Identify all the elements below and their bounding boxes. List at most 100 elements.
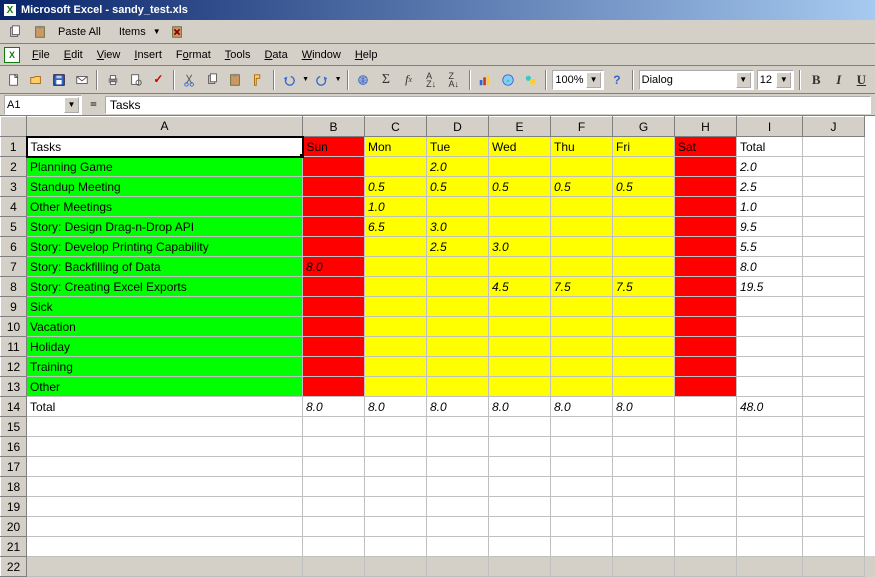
cell-J7[interactable]	[803, 257, 865, 277]
cell-G10[interactable]	[613, 317, 675, 337]
cell-G1[interactable]: Fri	[613, 137, 675, 157]
items-dropdown-icon[interactable]: ▼	[151, 27, 163, 36]
cell-I13[interactable]	[737, 377, 803, 397]
cell-E6[interactable]: 3.0	[489, 237, 551, 257]
underline-button[interactable]: U	[852, 69, 872, 91]
paste-icon[interactable]	[29, 21, 51, 43]
cell-E10[interactable]	[489, 317, 551, 337]
cell-G18[interactable]	[613, 477, 675, 497]
cell-F16[interactable]	[551, 437, 613, 457]
bold-button[interactable]: B	[806, 69, 826, 91]
cell-J8[interactable]	[803, 277, 865, 297]
cell-A21[interactable]	[27, 537, 303, 557]
sort-desc-icon[interactable]: ZA↓	[444, 69, 464, 91]
email-icon[interactable]	[72, 69, 92, 91]
new-doc-icon[interactable]	[4, 69, 24, 91]
cell-D11[interactable]	[427, 337, 489, 357]
cell-F8[interactable]: 7.5	[551, 277, 613, 297]
cell-D5[interactable]: 3.0	[427, 217, 489, 237]
cell-G14[interactable]: 8.0	[613, 397, 675, 417]
cell-J15[interactable]	[803, 417, 865, 437]
cell-I3[interactable]: 2.5	[737, 177, 803, 197]
row-header-7[interactable]: 7	[1, 257, 27, 277]
cell-G5[interactable]	[613, 217, 675, 237]
cell-I10[interactable]	[737, 317, 803, 337]
cell-J18[interactable]	[803, 477, 865, 497]
paste-all-button[interactable]: Paste All	[54, 24, 105, 40]
cell-H18[interactable]	[675, 477, 737, 497]
row-header-21[interactable]: 21	[1, 537, 27, 557]
cell-A14[interactable]: Total	[27, 397, 303, 417]
paste-icon[interactable]	[225, 69, 245, 91]
cell-H3[interactable]	[675, 177, 737, 197]
cell-J19[interactable]	[803, 497, 865, 517]
cell-E22[interactable]	[489, 557, 551, 577]
cell-C5[interactable]: 6.5	[365, 217, 427, 237]
row-header-3[interactable]: 3	[1, 177, 27, 197]
column-header-I[interactable]: I	[737, 117, 803, 137]
cell-E13[interactable]	[489, 377, 551, 397]
cell-F20[interactable]	[551, 517, 613, 537]
cell-G3[interactable]: 0.5	[613, 177, 675, 197]
cell-H2[interactable]	[675, 157, 737, 177]
spellcheck-icon[interactable]: ✓	[149, 69, 169, 91]
menu-format[interactable]: Format	[170, 47, 217, 63]
cell-H16[interactable]	[675, 437, 737, 457]
chart-wizard-icon[interactable]	[476, 69, 496, 91]
cell-D4[interactable]	[427, 197, 489, 217]
drawing-icon[interactable]	[521, 69, 541, 91]
cell-B16[interactable]	[303, 437, 365, 457]
cell-D13[interactable]	[427, 377, 489, 397]
cell-B4[interactable]	[303, 197, 365, 217]
cell-J14[interactable]	[803, 397, 865, 417]
select-all-corner[interactable]	[1, 117, 27, 137]
cell-J22[interactable]	[803, 557, 865, 577]
cell-E18[interactable]	[489, 477, 551, 497]
cell-I9[interactable]	[737, 297, 803, 317]
row-header-20[interactable]: 20	[1, 517, 27, 537]
cell-B19[interactable]	[303, 497, 365, 517]
row-header-1[interactable]: 1	[1, 137, 27, 157]
row-header-16[interactable]: 16	[1, 437, 27, 457]
cell-B13[interactable]	[303, 377, 365, 397]
cell-B15[interactable]	[303, 417, 365, 437]
cell-C3[interactable]: 0.5	[365, 177, 427, 197]
cell-J16[interactable]	[803, 437, 865, 457]
menu-view[interactable]: View	[91, 47, 127, 63]
cell-J6[interactable]	[803, 237, 865, 257]
cell-I7[interactable]: 8.0	[737, 257, 803, 277]
menu-tools[interactable]: Tools	[219, 47, 257, 63]
column-header-D[interactable]: D	[427, 117, 489, 137]
cell-F22[interactable]	[551, 557, 613, 577]
cell-F7[interactable]	[551, 257, 613, 277]
cell-E2[interactable]	[489, 157, 551, 177]
cell-J5[interactable]	[803, 217, 865, 237]
cell-G7[interactable]	[613, 257, 675, 277]
cell-B11[interactable]	[303, 337, 365, 357]
cell-F14[interactable]: 8.0	[551, 397, 613, 417]
cell-H4[interactable]	[675, 197, 737, 217]
row-header-10[interactable]: 10	[1, 317, 27, 337]
cell-J3[interactable]	[803, 177, 865, 197]
cell-J4[interactable]	[803, 197, 865, 217]
cell-B3[interactable]	[303, 177, 365, 197]
cell-H17[interactable]	[675, 457, 737, 477]
cell-E1[interactable]: Wed	[489, 137, 551, 157]
cell-C6[interactable]	[365, 237, 427, 257]
cell-D9[interactable]	[427, 297, 489, 317]
cell-G13[interactable]	[613, 377, 675, 397]
cell-B21[interactable]	[303, 537, 365, 557]
cell-H22[interactable]	[675, 557, 737, 577]
cell-H10[interactable]	[675, 317, 737, 337]
cell-A3[interactable]: Standup Meeting	[27, 177, 303, 197]
cell-A4[interactable]: Other Meetings	[27, 197, 303, 217]
cell-E16[interactable]	[489, 437, 551, 457]
cell-A13[interactable]: Other	[27, 377, 303, 397]
cell-C20[interactable]	[365, 517, 427, 537]
cell-I2[interactable]: 2.0	[737, 157, 803, 177]
cell-E15[interactable]	[489, 417, 551, 437]
cell-G2[interactable]	[613, 157, 675, 177]
row-header-2[interactable]: 2	[1, 157, 27, 177]
print-icon[interactable]	[103, 69, 123, 91]
cell-G4[interactable]	[613, 197, 675, 217]
